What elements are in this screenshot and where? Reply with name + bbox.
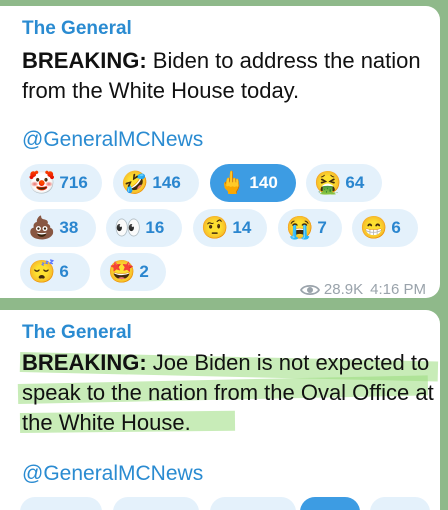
eyes-icon: 👀	[114, 215, 142, 240]
middle-finger-icon: 🖕	[218, 170, 246, 195]
reaction-partial[interactable]	[20, 497, 102, 510]
reaction-grin[interactable]: 😁 6	[352, 209, 418, 247]
reaction-raised-eyebrow[interactable]: 🤨 14	[193, 209, 267, 247]
reaction-count: 6	[391, 218, 401, 237]
timestamp: 4:16 PM	[370, 281, 426, 298]
reaction-count: 38	[59, 218, 79, 237]
message-text: BREAKING: Joe Biden is not expected to s…	[22, 348, 437, 438]
reaction-vomit[interactable]: 🤮 64	[306, 164, 382, 202]
reaction-count: 7	[317, 218, 327, 237]
reaction-count: 140	[249, 173, 278, 192]
sleeping-icon: 😴	[28, 259, 56, 284]
reaction-crying[interactable]: 😭 7	[278, 209, 342, 247]
reaction-middle-finger[interactable]: 🖕 140	[210, 164, 296, 202]
vomit-icon: 🤮	[314, 170, 342, 195]
reaction-eyes[interactable]: 👀 16	[106, 209, 182, 247]
star-struck-icon: 🤩	[108, 259, 136, 284]
reaction-sleeping[interactable]: 😴 6	[20, 253, 90, 291]
message-text: BREAKING: Biden to address the nation fr…	[22, 46, 437, 106]
reaction-clown[interactable]: 🤡 716	[20, 164, 102, 202]
reaction-rofl[interactable]: 🤣 146	[113, 164, 199, 202]
rofl-icon: 🤣	[121, 170, 149, 195]
reaction-count: 64	[345, 173, 365, 192]
reaction-partial[interactable]	[300, 497, 360, 510]
reaction-count: 14	[232, 218, 252, 237]
eye-icon	[299, 284, 320, 295]
reaction-count: 146	[152, 173, 181, 192]
message-bubble[interactable]: The General BREAKING: Joe Biden is not e…	[0, 310, 440, 510]
clown-icon: 🤡	[28, 170, 56, 195]
view-count: 28.9K	[323, 281, 364, 298]
reaction-partial[interactable]	[210, 497, 296, 510]
message-meta: 28.9K 4:16 PM	[299, 281, 426, 298]
channel-handle-link[interactable]: @GeneralMCNews	[22, 128, 203, 152]
author-name[interactable]: The General	[22, 322, 132, 344]
breaking-label: BREAKING:	[22, 350, 147, 375]
grin-icon: 😁	[360, 215, 388, 240]
breaking-label: BREAKING:	[22, 48, 147, 73]
reaction-partial[interactable]	[370, 497, 430, 510]
message-bubble[interactable]: The General BREAKING: Biden to address t…	[0, 6, 440, 298]
crying-icon: 😭	[286, 215, 314, 240]
reaction-poop[interactable]: 💩 38	[20, 209, 96, 247]
reaction-count: 6	[59, 262, 69, 281]
reaction-count: 2	[139, 262, 149, 281]
reaction-count: 16	[145, 218, 165, 237]
reaction-star-struck[interactable]: 🤩 2	[100, 253, 166, 291]
poop-icon: 💩	[28, 215, 56, 240]
reaction-partial[interactable]	[113, 497, 199, 510]
reaction-count: 716	[59, 173, 88, 192]
author-name[interactable]: The General	[22, 18, 132, 40]
channel-handle-link[interactable]: @GeneralMCNews	[22, 462, 203, 486]
raised-eyebrow-icon: 🤨	[201, 215, 229, 240]
